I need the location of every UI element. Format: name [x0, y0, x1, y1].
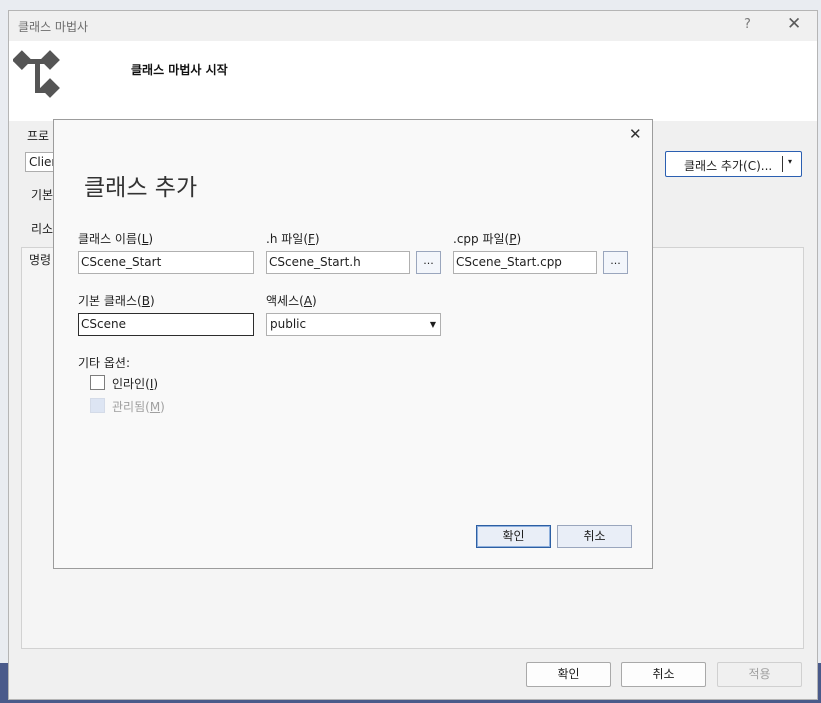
close-icon[interactable]: ✕ [787, 14, 801, 34]
close-icon[interactable]: ✕ [629, 125, 642, 143]
inline-checkbox[interactable] [90, 375, 105, 390]
ok-button[interactable]: 확인 [526, 662, 611, 687]
split-separator [782, 156, 783, 172]
cancel-button[interactable]: 취소 [621, 662, 706, 687]
inline-label: 인라인(I) [112, 377, 159, 391]
chevron-down-icon: ▼ [429, 320, 436, 329]
class-name-label: 클래스 이름(L) [78, 232, 154, 246]
base-class-input[interactable]: CScene [78, 313, 254, 336]
base-class-field-label: 기본 클래스(B) [78, 294, 155, 308]
cpp-file-input[interactable]: CScene_Start.cpp [453, 251, 597, 274]
chevron-down-icon[interactable]: ▾ [788, 157, 792, 166]
access-label: 액세스(A) [266, 294, 317, 308]
wizard-banner [9, 41, 817, 121]
class-name-input[interactable]: CScene_Start [78, 251, 254, 274]
base-class-label: 기본 [31, 188, 54, 202]
h-file-input[interactable]: CScene_Start.h [266, 251, 410, 274]
other-options-label: 기타 옵션: [78, 356, 131, 370]
title-bar [9, 11, 817, 41]
h-file-label: .h 파일(F) [266, 232, 320, 246]
window-title: 클래스 마법사 [18, 20, 89, 34]
managed-checkbox[interactable] [90, 398, 105, 413]
dialog-title: 클래스 추가 [84, 175, 198, 201]
cpp-file-label: .cpp 파일(P) [453, 232, 522, 246]
resource-label: 리소 [31, 222, 54, 236]
managed-label: 관리됨(M) [112, 400, 165, 414]
access-value: public [270, 317, 307, 331]
banner-title: 클래스 마법사 시작 [131, 63, 228, 77]
tab-commands[interactable]: 명령 [29, 251, 51, 268]
add-class-dialog: ✕ 클래스 추가 클래스 이름(L) CScene_Start .h 파일(F)… [53, 119, 653, 569]
project-label: 프로 [27, 129, 50, 143]
dialog-ok-button[interactable]: 확인 [476, 525, 551, 548]
help-icon[interactable]: ? [744, 17, 751, 32]
h-file-browse-button[interactable]: ... [416, 251, 441, 274]
class-wizard-logo-icon [13, 50, 60, 98]
cpp-file-browse-button[interactable]: ... [603, 251, 628, 274]
add-class-button[interactable]: 클래스 추가(C)... ▾ [665, 151, 802, 177]
apply-button[interactable]: 적용 [717, 662, 802, 687]
add-class-label: 클래스 추가(C)... [684, 159, 773, 173]
dialog-cancel-button[interactable]: 취소 [557, 525, 632, 548]
access-select[interactable]: public ▼ [266, 313, 441, 336]
